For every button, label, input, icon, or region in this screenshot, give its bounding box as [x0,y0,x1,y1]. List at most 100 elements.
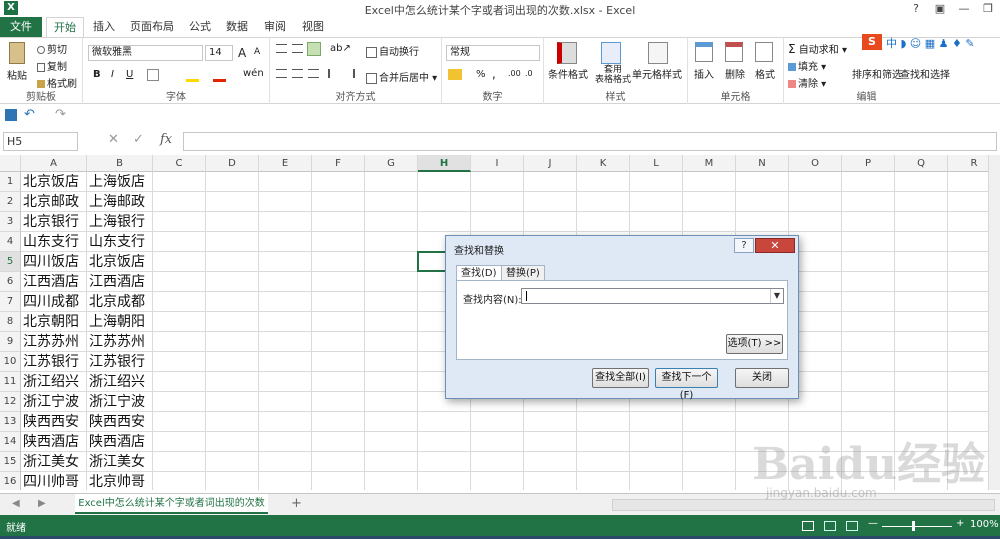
conditional-format-icon[interactable] [557,42,577,64]
column-header-R[interactable]: R [948,155,988,172]
cell-B4[interactable]: 山东支行 [87,232,153,252]
save-icon[interactable] [5,109,17,121]
tab-home[interactable]: 开始 [46,17,84,37]
increase-decimal-icon[interactable]: .00 [508,69,521,78]
zoom-in-icon[interactable]: + [956,518,964,529]
tab-file[interactable]: 文件 [0,17,42,37]
cell-A1[interactable]: 北京饭店 [21,172,87,192]
cell-B5[interactable]: 北京饭店 [87,252,153,272]
cell-B14[interactable]: 陕西酒店 [87,432,153,452]
dialog-close-icon[interactable]: ✕ [755,238,795,253]
find-what-input[interactable]: ▼ [521,288,784,304]
delete-cells-button[interactable]: 删除 [725,66,745,81]
cell-B13[interactable]: 陕西西安 [87,412,153,432]
column-header-D[interactable]: D [206,155,259,172]
find-next-button[interactable]: 查找下一个(F) [655,368,718,401]
format-cells-button[interactable]: 格式 [755,66,775,81]
row-header[interactable]: 8 [0,312,21,332]
column-header-H[interactable]: H [418,155,471,172]
cell-B8[interactable]: 上海朝阳 [87,312,153,332]
insert-icon[interactable] [695,42,713,62]
align-right-icon[interactable] [308,69,319,78]
column-header-J[interactable]: J [524,155,577,172]
cell-style-button[interactable]: 单元格样式 [632,66,682,81]
tab-insert[interactable]: 插入 [87,17,121,37]
add-sheet-button[interactable]: + [291,496,302,511]
tab-replace[interactable]: 替换(P) [501,265,545,281]
column-header-O[interactable]: O [789,155,842,172]
cell-B6[interactable]: 江西酒店 [87,272,153,292]
cell-B3[interactable]: 上海银行 [87,212,153,232]
cell-A11[interactable]: 浙江绍兴 [21,372,87,392]
merge-center-button[interactable]: 合并后居中 ▾ [366,69,437,84]
undo-icon[interactable]: ↶ [24,107,35,122]
row-header[interactable]: 3 [0,212,21,232]
column-header-K[interactable]: K [577,155,630,172]
table-format-icon[interactable] [601,42,621,64]
cell-A10[interactable]: 江苏银行 [21,352,87,372]
cell-A2[interactable]: 北京邮政 [21,192,87,212]
cell-B1[interactable]: 上海饭店 [87,172,153,192]
cell-A3[interactable]: 北京银行 [21,212,87,232]
zoom-slider[interactable] [882,526,952,527]
page-layout-view-icon[interactable] [824,521,836,531]
cell-A7[interactable]: 四川成都 [21,292,87,312]
align-center-icon[interactable] [292,69,303,78]
percent-button[interactable]: % [476,69,486,80]
delete-icon[interactable] [725,42,743,62]
cell-A12[interactable]: 浙江宁波 [21,392,87,412]
autosum-button[interactable]: Σ 自动求和 ▾ [788,41,847,56]
row-header[interactable]: 11 [0,372,21,392]
select-all-corner[interactable] [0,155,21,172]
row-header[interactable]: 13 [0,412,21,432]
close-button[interactable]: 关闭 [735,368,789,388]
tab-review[interactable]: 审阅 [258,17,292,37]
row-header[interactable]: 1 [0,172,21,192]
zoom-level[interactable]: 100% [970,519,999,530]
find-select-button[interactable]: 查找和选择 [900,66,950,81]
cell-A15[interactable]: 浙江美女 [21,452,87,472]
copy-button[interactable]: 复制 [37,58,67,73]
paste-button[interactable]: 粘贴 [7,67,27,82]
redo-icon[interactable]: ↷ [55,107,66,122]
cancel-icon[interactable]: ✕ [108,132,119,147]
column-header-B[interactable]: B [87,155,153,172]
cell-B15[interactable]: 浙江美女 [87,452,153,472]
row-header[interactable]: 16 [0,472,21,490]
sheet-nav-next-icon[interactable]: ▶ [38,498,46,509]
row-header[interactable]: 9 [0,332,21,352]
cell-A5[interactable]: 四川饭店 [21,252,87,272]
options-button[interactable]: 选项(T) >> [726,334,783,354]
font-color-icon[interactable] [213,69,226,82]
table-format-button[interactable]: 套用 表格格式 [595,65,631,85]
maximize-icon[interactable]: ❐ [976,0,1000,17]
column-header-E[interactable]: E [259,155,312,172]
row-header[interactable]: 15 [0,452,21,472]
zoom-slider-thumb[interactable] [912,521,915,531]
underline-button[interactable]: U [126,69,133,80]
column-header-A[interactable]: A [21,155,87,172]
ribbon-display-icon[interactable]: ▣ [928,0,952,17]
cell-B12[interactable]: 浙江宁波 [87,392,153,412]
normal-view-icon[interactable] [802,521,814,531]
cell-A9[interactable]: 江苏苏州 [21,332,87,352]
cell-B2[interactable]: 上海邮政 [87,192,153,212]
italic-button[interactable]: I [111,69,114,80]
cell-A14[interactable]: 陕西酒店 [21,432,87,452]
align-bottom-icon[interactable] [307,42,321,56]
tab-formulas[interactable]: 公式 [183,17,217,37]
sheet-tab[interactable]: Excel中怎么统计某个字或者词出现的次数 [75,494,268,514]
font-family-select[interactable]: 微软雅黑 [88,45,203,61]
cut-button[interactable]: 剪切 [37,41,67,56]
help-icon[interactable]: ? [904,0,928,17]
column-header-G[interactable]: G [365,155,418,172]
find-all-button[interactable]: 查找全部(I) [592,368,649,388]
column-header-F[interactable]: F [312,155,365,172]
row-header[interactable]: 4 [0,232,21,252]
insert-cells-button[interactable]: 插入 [694,66,714,81]
number-format-select[interactable]: 常规 [446,45,540,61]
row-header[interactable]: 5 [0,252,21,272]
horizontal-scrollbar[interactable] [612,499,995,511]
cell-B7[interactable]: 北京成都 [87,292,153,312]
formula-input[interactable] [183,132,997,151]
